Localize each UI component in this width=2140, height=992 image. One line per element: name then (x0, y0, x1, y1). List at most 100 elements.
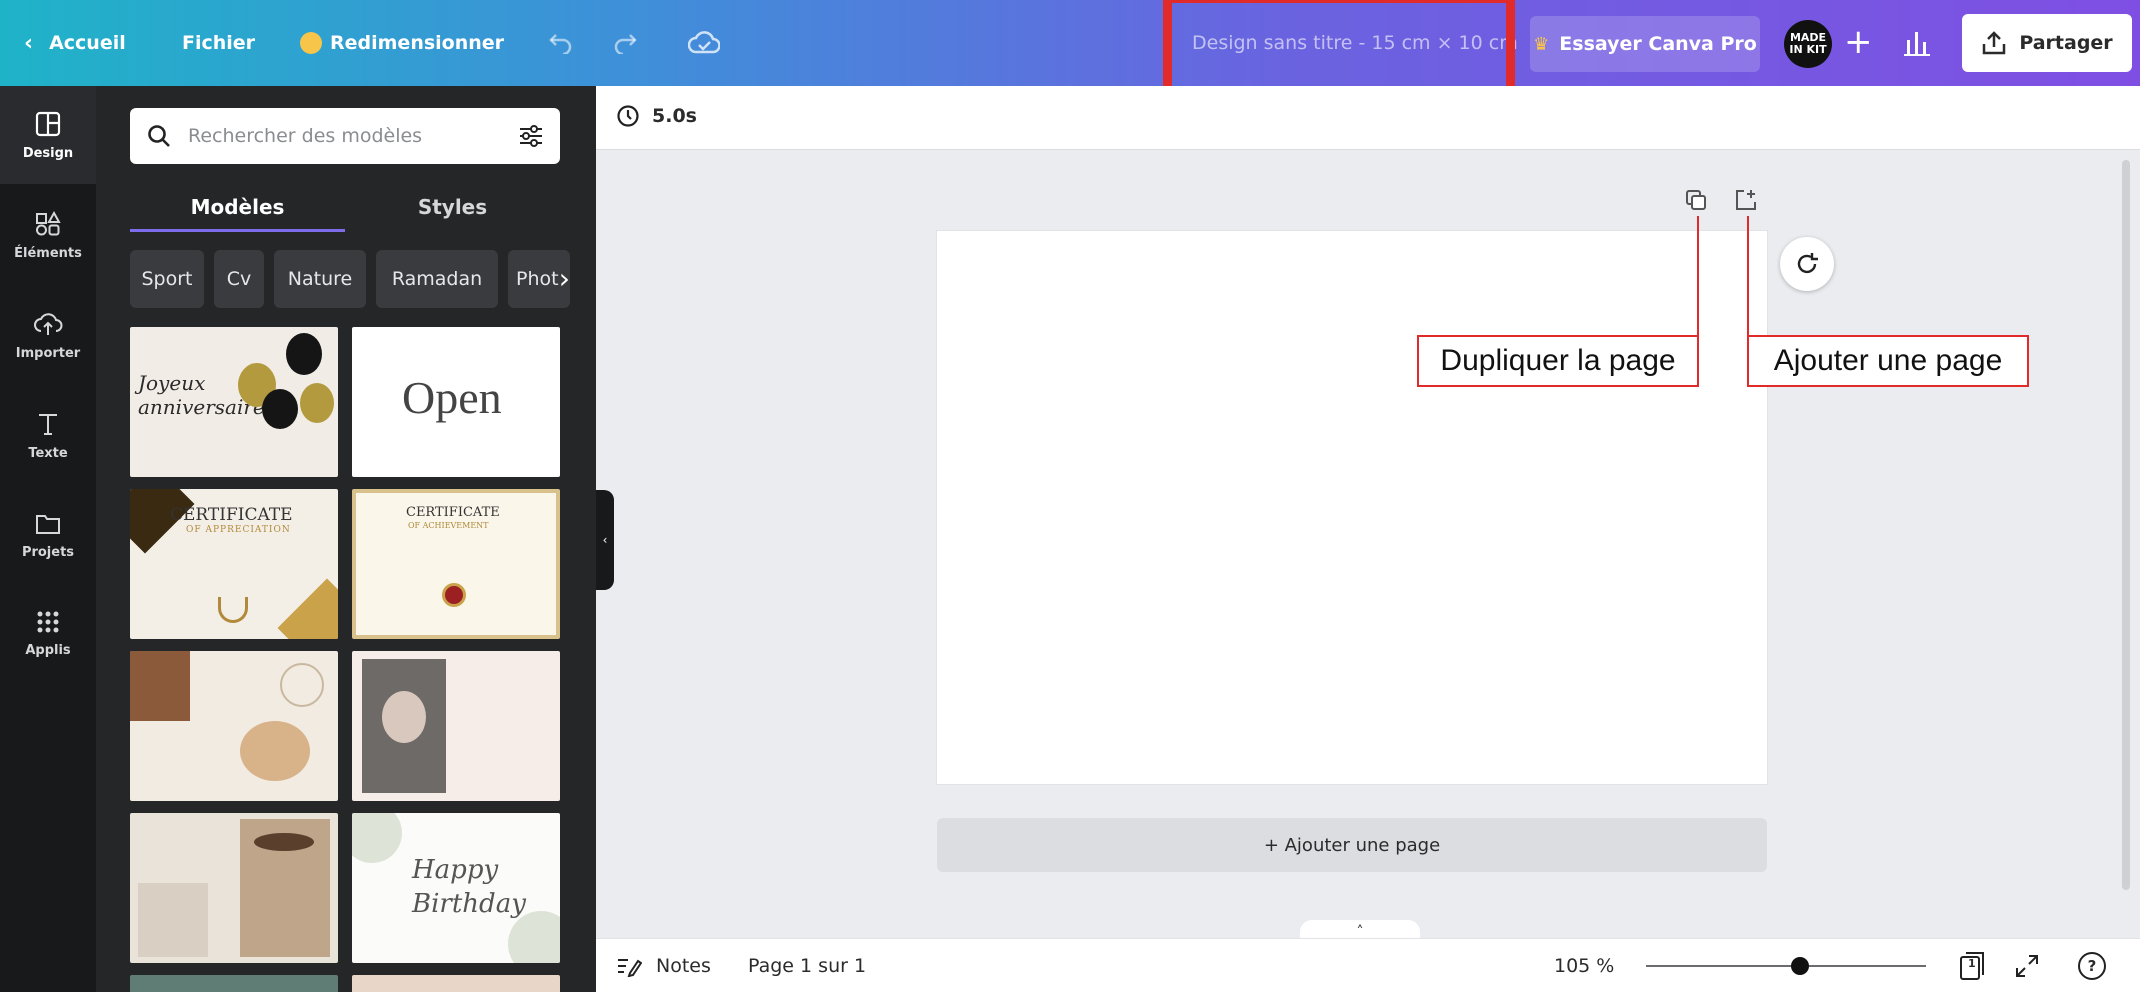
chip-cv[interactable]: Cv (214, 250, 264, 308)
rail-item-projects[interactable]: Projets (0, 486, 96, 584)
leaf-decoration (352, 813, 402, 863)
tab-templates[interactable]: Modèles (130, 182, 345, 232)
undo-button[interactable] (548, 0, 574, 86)
callout-add-page: Ajouter une page (1747, 335, 2029, 387)
chip-ramadan[interactable]: Ramadan (376, 250, 498, 308)
filter-sliders-icon[interactable] (518, 123, 544, 149)
rail-item-elements[interactable]: Éléments (0, 186, 96, 284)
search-templates-field[interactable]: Rechercher des modèles (130, 108, 560, 164)
rail-item-apps[interactable]: Applis (0, 584, 96, 682)
collapse-panel-handle[interactable]: ‹ (596, 490, 614, 590)
share-label: Partager (2019, 32, 2113, 54)
file-menu-button[interactable]: Fichier (182, 0, 255, 86)
template-thumb-birthday[interactable]: Joyeux anniversaire ! (130, 327, 338, 477)
template-thumb-happy-birthday[interactable]: Happy Birthday (352, 813, 560, 963)
tab-styles[interactable]: Styles (345, 182, 560, 232)
rail-item-upload[interactable]: Importer (0, 286, 96, 384)
rail-item-label: Design (22, 145, 74, 161)
page-indicator: Page 1 sur 1 (748, 955, 867, 977)
seal-icon (442, 583, 466, 607)
zoom-slider-track[interactable] (1646, 965, 1926, 967)
zoom-level[interactable]: 105 % (1554, 939, 1614, 992)
timeline-bar: 5.0s (596, 86, 2140, 150)
add-page-button[interactable]: + Ajouter une page (937, 818, 1767, 872)
back-home-button[interactable]: ‹ Accueil (24, 0, 126, 86)
cloud-save-button[interactable] (688, 0, 720, 86)
rail-item-text[interactable]: Texte (0, 386, 96, 484)
food-photo (130, 651, 190, 721)
share-icon (1983, 31, 2006, 55)
chip-nature[interactable]: Nature (274, 250, 366, 308)
top-bar: ‹ Accueil Fichier Redimensionner Design … (0, 0, 2140, 86)
resize-button[interactable]: Redimensionner (300, 0, 504, 86)
magic-refresh-button[interactable] (1780, 237, 1834, 291)
resize-label: Redimensionner (330, 32, 505, 54)
page-duration[interactable]: 5.0s (616, 104, 697, 128)
rail-item-design[interactable]: Design (0, 86, 96, 184)
chevron-left-icon: ‹ (24, 30, 34, 56)
hat-shape (254, 833, 314, 851)
avatar[interactable]: MADE IN KIT (1784, 20, 1832, 68)
rail-item-label: Projets (21, 544, 75, 560)
help-icon: ? (2078, 952, 2106, 980)
undo-icon (549, 34, 572, 54)
search-input[interactable]: Rechercher des modèles (188, 125, 518, 147)
template-thumb-menu[interactable] (130, 651, 338, 801)
layout-icon (35, 111, 61, 136)
share-button[interactable]: Partager (1962, 14, 2132, 72)
rail-item-label: Importer (15, 345, 81, 361)
expand-icon (2016, 955, 2038, 977)
template-thumb-certificate-appreciation[interactable]: CERTIFICATE OF APPRECIATION (130, 489, 338, 639)
rail-item-label: Applis (25, 642, 71, 658)
bar-chart-icon (1904, 32, 1930, 56)
chip-sport[interactable]: Sport (130, 250, 204, 308)
add-page-icon-button[interactable] (1734, 188, 1758, 216)
notes-icon (618, 959, 642, 977)
category-chips: Sport Cv Nature Ramadan Phot › (130, 250, 570, 308)
thumb-title: Open (402, 372, 502, 423)
try-canva-pro-button[interactable]: ♛ Essayer Canva Pro (1530, 16, 1760, 72)
thumb-title: CERTIFICATE (406, 505, 500, 520)
balloon-icon (286, 333, 322, 375)
vertical-scrollbar[interactable] (2122, 160, 2130, 890)
upload-icon (34, 312, 63, 335)
thumb-title: Happy Birthday (412, 855, 526, 919)
duplicate-page-button[interactable] (1684, 188, 1708, 216)
refresh-sparkle-icon (1797, 253, 1818, 274)
panel-tabs: Modèles Styles (130, 182, 560, 232)
template-thumb-landscape[interactable] (130, 975, 338, 992)
cloud-check-icon (688, 31, 720, 54)
thumb-subtitle: OF ACHIEVEMENT (408, 521, 489, 530)
crown-icon: ♛ (1533, 33, 1550, 55)
chevron-right-icon[interactable]: › (559, 262, 570, 295)
duplicate-icon (1686, 190, 1706, 210)
thumb-title: CERTIFICATE (170, 505, 293, 525)
rail-item-label: Éléments (14, 245, 82, 261)
template-thumb-open[interactable]: Open (352, 327, 560, 477)
clock-icon (617, 105, 639, 127)
page-grid-button[interactable]: 1 (1958, 939, 1986, 992)
laurel-icon (218, 597, 248, 623)
design-page[interactable] (937, 231, 1767, 784)
template-thumb-portrait[interactable] (352, 651, 560, 801)
template-thumb-fashion-sale[interactable] (130, 813, 338, 963)
redo-icon (614, 34, 637, 54)
redo-button[interactable] (612, 0, 638, 86)
template-thumb-floral[interactable] (352, 975, 560, 992)
food-photo (240, 721, 310, 781)
help-button[interactable]: ? (2078, 939, 2106, 992)
zoom-slider-handle[interactable] (1791, 957, 1809, 975)
insights-button[interactable] (1902, 28, 1932, 62)
search-icon (148, 125, 170, 147)
gold-corner-decoration (277, 578, 338, 639)
decorative-circle (280, 663, 324, 707)
page-count-badge: 1 (1968, 957, 1976, 970)
notes-button[interactable]: Notes (616, 939, 711, 992)
left-rail: Design Éléments Importer Texte Projets A… (0, 86, 96, 992)
add-collaborator-plus-icon[interactable]: + (1844, 22, 1873, 62)
apps-icon (37, 611, 59, 632)
fullscreen-button[interactable] (2014, 939, 2040, 992)
templates-panel: Rechercher des modèles Modèles Styles Sp… (96, 86, 596, 992)
text-icon (39, 413, 57, 435)
template-thumb-certificate-achievement[interactable]: CERTIFICATE OF ACHIEVEMENT (352, 489, 560, 639)
